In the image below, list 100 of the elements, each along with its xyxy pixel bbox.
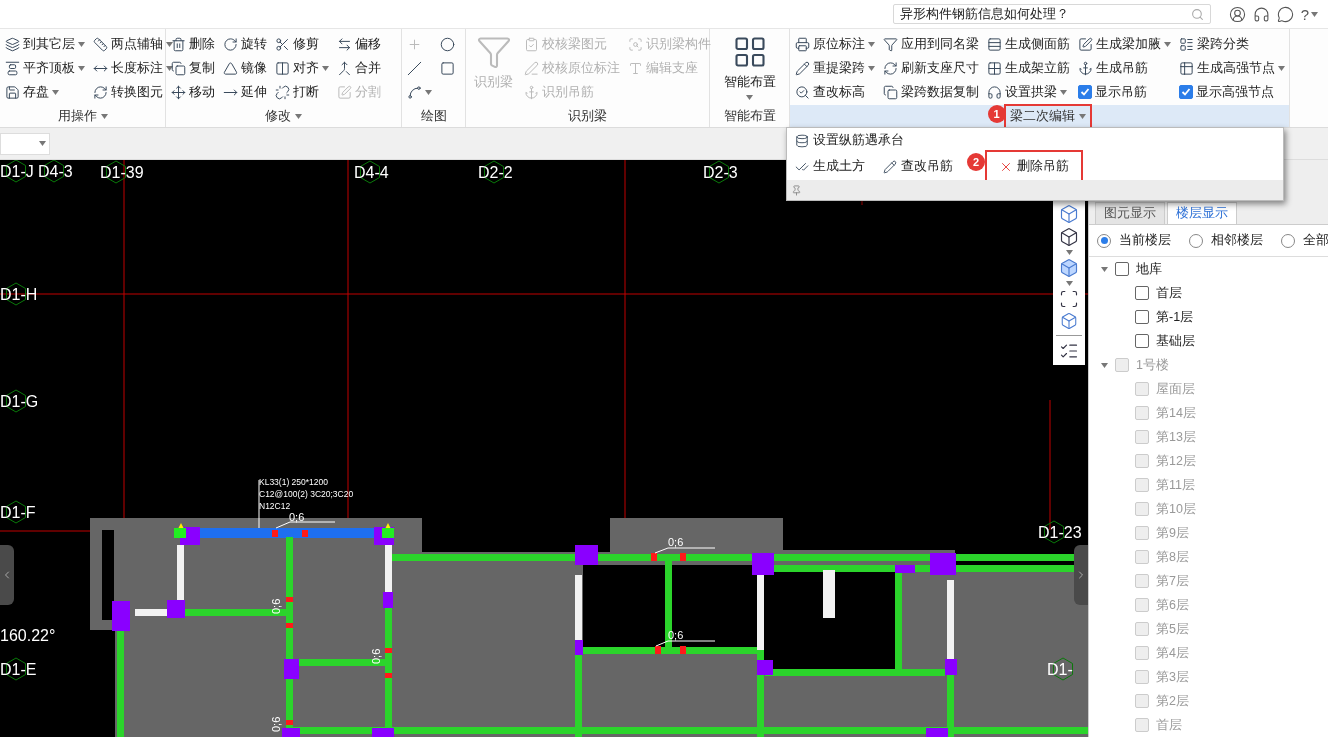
dimension-label: 0;6 [289,511,305,523]
ribbon-button[interactable]: 原位标注 [794,32,876,56]
menu-item[interactable]: 设置纵筋遇承台 [791,129,908,152]
checkbox[interactable] [1135,286,1149,300]
floor-label: 首层 [1156,716,1182,734]
unlink-icon [275,84,290,100]
group-title[interactable]: 智能布置 [717,103,782,129]
pin-icon[interactable] [791,184,802,196]
caret-icon [1060,89,1067,95]
caret-icon [52,89,59,95]
collapse-handle[interactable] [1074,545,1088,605]
ribbon-button[interactable]: 镜像 [222,56,268,80]
checkbox[interactable] [1135,334,1149,348]
checkbox[interactable]: 显示高强节点 [1178,80,1286,104]
axis-label: D2-2 [478,160,513,184]
ribbon-button[interactable]: 偏移 [336,32,382,56]
floor-label: 第13层 [1156,428,1196,446]
headset-icon[interactable] [1253,5,1271,23]
ribbon-button[interactable]: 重提梁跨 [794,56,876,80]
rotate-icon [223,36,238,52]
ribbon-button[interactable]: 存盘 [4,80,86,104]
copy-icon [883,84,898,100]
checkbox[interactable]: 显示吊筋 [1077,80,1172,104]
ribbon-button[interactable]: 生成吊筋 [1077,56,1172,80]
axis-label: D1-H [0,282,38,306]
ribbon-button[interactable]: 旋转 [222,32,268,56]
arc-icon [407,84,422,100]
group-title[interactable]: 识别梁 [562,103,613,129]
help-button[interactable]: ? [1300,5,1318,23]
caret-icon [1065,250,1073,255]
ribbon-button[interactable]: 刷新支座尺寸 [882,56,980,80]
beam-annotation: N12C12 [259,501,291,511]
ribbon-button[interactable]: 应用到同名梁 [882,32,980,56]
checkbox[interactable] [1135,310,1149,324]
ribbon-button[interactable]: 生成梁加腋 [1077,32,1172,56]
search-icon [1190,7,1204,21]
axis-label: D1-G [0,389,39,413]
radio-label: 相邻楼层 [1211,232,1263,250]
ribbon-button[interactable]: 查改标高 [794,80,876,104]
rectangle-icon [440,60,455,76]
dimension-label: 0;6 [370,648,382,664]
group-title[interactable]: 用操作 [51,103,114,129]
ribbon-button[interactable]: 延伸 [222,80,268,104]
panel-tab[interactable]: 图元显示 [1095,202,1165,225]
axis-label: D1-E [0,657,37,681]
floor-label: 第7层 [1156,572,1189,590]
ribbon-button[interactable]: 生成侧面筋 [986,32,1071,56]
step-badge: 1 [987,105,1006,123]
checkbox[interactable] [1115,262,1129,276]
caret-icon [322,65,329,71]
caret-icon [868,41,875,47]
floor-label: 第8层 [1156,548,1189,566]
ribbon-button[interactable]: 到其它层 [4,32,86,56]
ribbon-button[interactable]: 生成架立筋 [986,56,1071,80]
axis-label: D4-4 [354,160,389,184]
ribbon-button[interactable]: 设置拱梁 [986,80,1071,104]
clipboard-check-icon [524,36,539,52]
search-icon [795,84,810,100]
caret-icon [1078,113,1086,119]
floor-label: 第-1层 [1156,308,1194,326]
panel-tab[interactable]: 楼层显示 [1167,202,1237,225]
ribbon-button[interactable]: 梁跨数据复制 [882,80,980,104]
selection-icon[interactable] [1059,289,1079,309]
menu-item[interactable]: 查改吊筋 [879,155,957,178]
menu-item[interactable]: 生成土方 [791,155,869,178]
ribbon-button[interactable]: 生成高强节点 [1178,56,1286,80]
floor-label: 第3层 [1156,668,1189,686]
user-icon[interactable] [1229,5,1247,23]
caret-icon [1101,362,1108,368]
floor-label: 第14层 [1156,404,1196,422]
axis-label: D1-39 [100,160,144,184]
caret-icon [1278,65,1285,71]
ribbon-button[interactable]: 对齐 [274,56,330,80]
caret-icon [1311,11,1318,17]
ribbon-button[interactable]: 平齐顶板 [4,56,86,80]
dropdown-field[interactable] [0,132,50,155]
large-tool-button[interactable]: 智能布置 [719,32,780,105]
dimension-label: 0;6 [270,716,282,732]
caret-icon [78,65,85,71]
ribbon-button[interactable]: 合并 [336,56,382,80]
angle-label: 160.22° [0,627,56,644]
cube-icon[interactable] [1059,227,1079,247]
collapse-handle[interactable] [0,545,14,605]
expand-toggle[interactable] [1101,266,1108,272]
search-field[interactable]: 异形构件钢筋信息如何处理？ [892,4,1211,24]
dimension-label: 0;6 [270,598,282,614]
caret-icon [425,89,432,95]
dimension-label: 0;6 [668,536,684,548]
group-title[interactable]: 修改 [259,103,308,129]
group-title[interactable]: 绘图 [414,103,453,129]
printer-icon [795,36,810,52]
ribbon-button[interactable]: 梁跨分类 [1178,32,1286,56]
chat-icon[interactable] [1277,5,1295,23]
ribbon-button[interactable]: 修剪 [274,32,330,56]
ribbon-button[interactable]: 打断 [274,80,330,104]
funnel-icon [883,36,898,52]
floor-label: 基础层 [1156,332,1195,350]
grid-icon [987,60,1002,76]
database-icon [795,133,809,148]
scan-search-icon [628,36,643,52]
